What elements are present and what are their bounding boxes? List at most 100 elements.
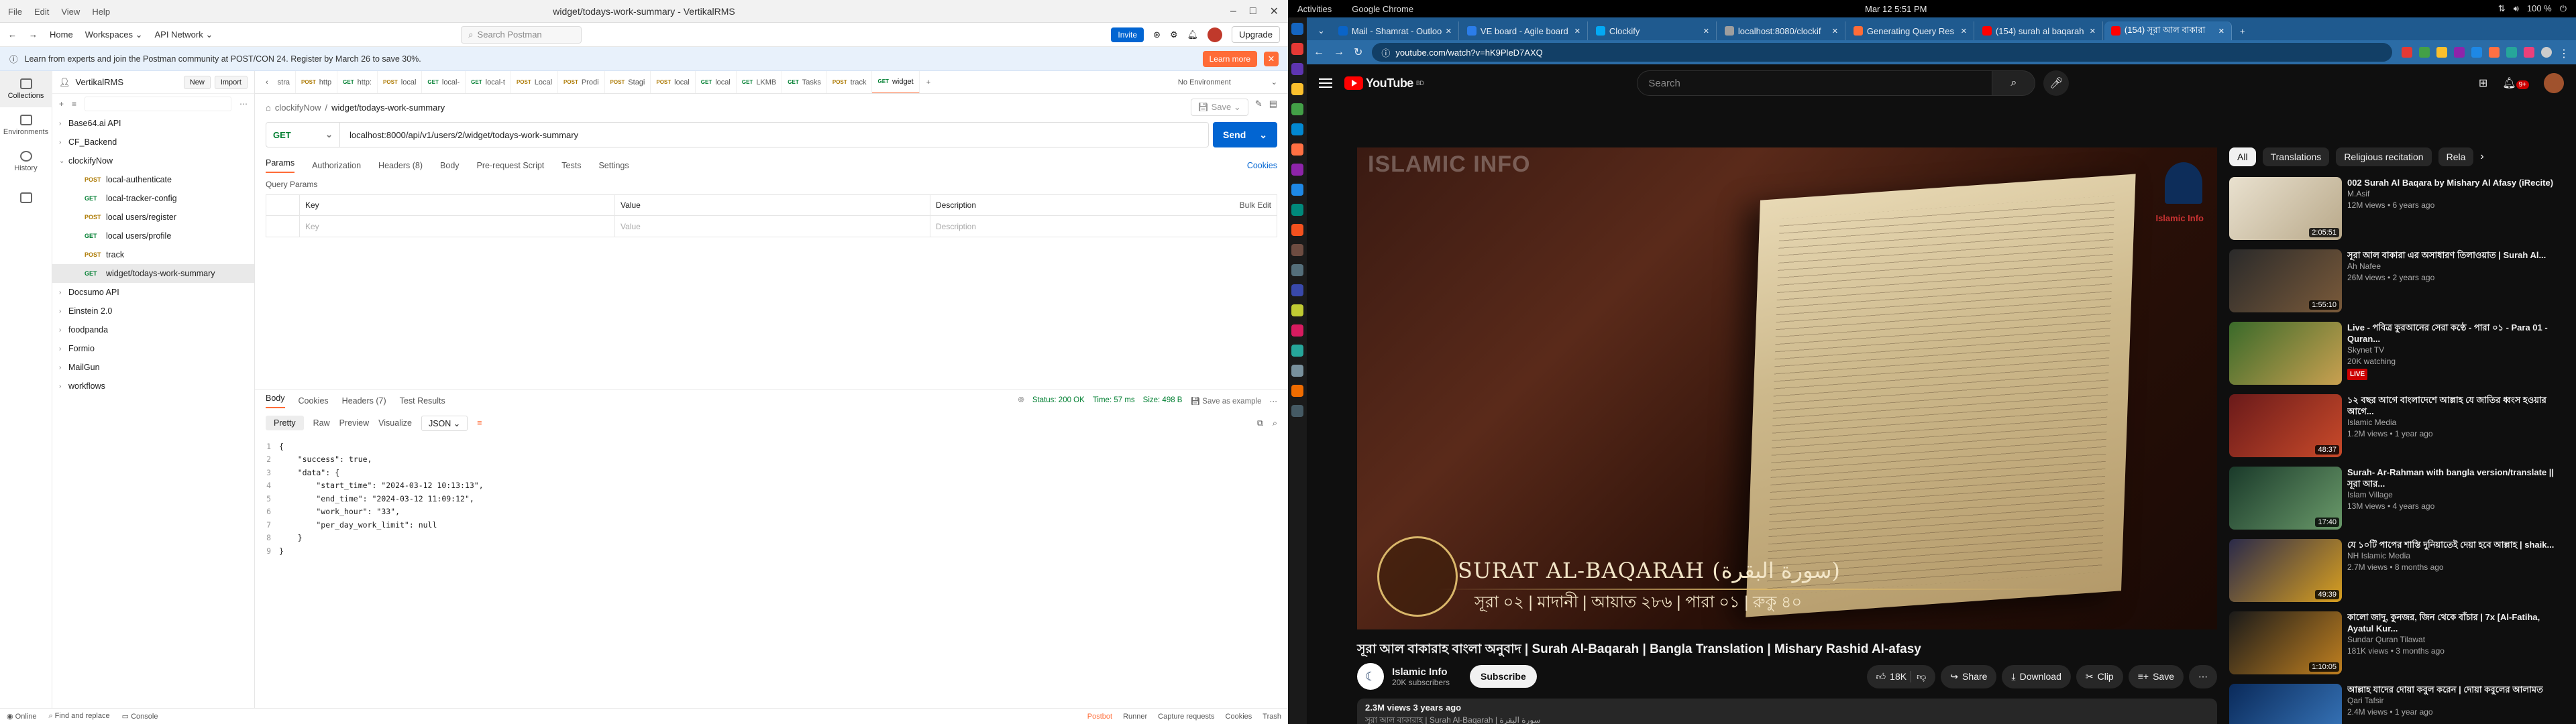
value-input[interactable]: Value [615, 216, 930, 237]
satellite-icon[interactable]: ⊛ [1153, 29, 1161, 40]
request-tab[interactable]: GET Tasks [782, 71, 827, 93]
close-banner-icon[interactable]: ✕ [1264, 51, 1279, 66]
description-input[interactable]: Description [930, 216, 1277, 237]
network-icon[interactable]: ⇅ [2498, 3, 2506, 14]
bulk-edit-button[interactable]: Bulk Edit [1234, 195, 1277, 215]
request-tab[interactable]: GET local- [422, 71, 466, 93]
collection-item[interactable]: › MailGun [52, 358, 254, 377]
app-icon[interactable] [1291, 264, 1303, 276]
tab-authorization[interactable]: Authorization [312, 161, 361, 170]
save-example-button[interactable]: 💾︎ Save as example [1190, 396, 1261, 406]
video-title[interactable]: Live - পবিত্র কুরআনের সেরা কণ্ঠে - পারা … [2347, 322, 2565, 345]
recommended-video[interactable]: 49:39 যে ১০টি পাপের শাস্তি দুনিয়াতেই দেয… [2229, 539, 2565, 609]
app-icon[interactable] [1291, 83, 1303, 95]
tab-body[interactable]: Body [440, 161, 460, 170]
trash-button[interactable]: Trash [1263, 713, 1281, 721]
video-thumbnail[interactable]: 49:39 [2229, 539, 2342, 602]
chevron-left-icon[interactable]: ‹ [262, 78, 272, 86]
app-icon[interactable] [1291, 103, 1303, 115]
app-icon[interactable] [1291, 143, 1303, 156]
app-icon[interactable] [1291, 63, 1303, 75]
video-title[interactable]: ১২ বছর আগে বাংলাদেশে আল্লাহ যে জাতির ধ্ব… [2347, 394, 2565, 417]
resp-tab-cookies[interactable]: Cookies [299, 396, 329, 406]
rail-history[interactable]: History [0, 143, 52, 180]
request-tab[interactable]: POST local [378, 71, 423, 93]
url-input[interactable]: localhost:8000/api/v1/users/2/widget/tod… [340, 130, 588, 140]
request-tab[interactable]: GET LKMB [737, 71, 783, 93]
video-thumbnail[interactable] [2229, 322, 2342, 385]
battery-level[interactable]: 100 % [2527, 3, 2552, 14]
recommended-video[interactable]: 2:05:51 002 Surah Al Baqara by Mishary Al… [2229, 177, 2565, 247]
collection-item[interactable]: › Docsumo API [52, 283, 254, 302]
rail-collections[interactable]: Collections [0, 71, 52, 107]
request-tab[interactable]: POST Prodi [558, 71, 605, 93]
forward-icon[interactable]: → [1334, 46, 1344, 58]
resp-tab-test-results[interactable]: Test Results [400, 396, 445, 406]
more-icon[interactable]: ⋯ [2189, 664, 2217, 688]
channel-name[interactable]: Ah Nafee [2347, 261, 2546, 272]
search-icon[interactable]: ⌕ [1992, 70, 2036, 96]
video-thumbnail[interactable]: 48:37 [2229, 394, 2342, 457]
youtube-logo[interactable]: YouTube BD [1344, 76, 1424, 90]
chevron-right-icon[interactable]: › [2480, 147, 2483, 166]
video-thumbnail[interactable]: 54:39 [2229, 684, 2342, 724]
save-button[interactable]: ≡+ Save [2128, 664, 2184, 688]
request-tab[interactable]: POST http [296, 71, 338, 93]
fmt-preview[interactable]: Preview [339, 418, 369, 428]
bell-icon[interactable]: 🔔︎ [1187, 29, 1199, 40]
menu-edit[interactable]: Edit [34, 7, 49, 17]
yt-search-input[interactable]: Search [1637, 70, 1993, 96]
environment-select[interactable]: No Environment ⌄ [1167, 78, 1288, 87]
chevron-right-icon[interactable]: › [59, 345, 68, 353]
fmt-pretty[interactable]: Pretty [266, 416, 304, 430]
add-icon[interactable]: + [59, 99, 64, 109]
collection-item[interactable]: › Base64.ai API [52, 114, 254, 133]
postbot-button[interactable]: Postbot [1087, 713, 1112, 721]
video-thumbnail[interactable]: 17:40 [2229, 467, 2342, 530]
extension-icon[interactable] [2402, 47, 2412, 58]
browser-tab[interactable]: Clockify ✕ [1589, 21, 1717, 40]
request-tab[interactable]: POST Stagi [605, 71, 651, 93]
chevron-right-icon[interactable]: › [59, 120, 68, 127]
extension-icon[interactable] [2454, 47, 2465, 58]
rail-environments[interactable]: Environments [0, 107, 52, 143]
chevron-down-icon[interactable]: ⌄ [59, 158, 68, 165]
request-item[interactable]: GET local users/profile [52, 227, 254, 245]
video-title[interactable]: কালো জাদু, কুনজর, জিন থেকে বাঁচার | 7x [… [2347, 611, 2565, 634]
app-icon[interactable] [1291, 365, 1303, 377]
volume-icon[interactable]: 🔊︎ [2514, 3, 2519, 14]
new-tab-icon[interactable]: + [920, 78, 937, 86]
docs-icon[interactable]: ▤ [1269, 99, 1277, 116]
capture-button[interactable]: Capture requests [1158, 713, 1214, 721]
hamburger-icon[interactable] [1319, 78, 1332, 88]
more-icon[interactable]: ⋯ [239, 99, 248, 109]
send-button[interactable]: Send ⌄ [1213, 122, 1277, 147]
channel-name[interactable]: M.Asif [2347, 188, 2553, 200]
fmt-visualize[interactable]: Visualize [378, 418, 412, 428]
chip-related[interactable]: Rela [2438, 147, 2474, 166]
edit-icon[interactable]: ✎ [1255, 99, 1263, 116]
request-item[interactable]: GET local-tracker-config [52, 189, 254, 208]
app-icon[interactable] [1291, 224, 1303, 236]
browser-tab[interactable]: Generating Query Res ✕ [1847, 21, 1974, 40]
save-button[interactable]: 💾︎ Save ⌄ [1190, 99, 1248, 116]
menu-file[interactable]: File [8, 7, 22, 17]
menu-icon[interactable]: ⋮ [2559, 47, 2569, 60]
close-tab-icon[interactable]: ✕ [2218, 27, 2224, 36]
channel-name[interactable]: NH Islamic Media [2347, 550, 2554, 562]
workspace-name[interactable]: VertikalRMS [76, 77, 124, 87]
more-icon[interactable]: ⋯ [1270, 396, 1278, 406]
channel-name[interactable]: Islam Village [2347, 489, 2565, 501]
app-icon[interactable] [1291, 43, 1303, 55]
extension-icon[interactable] [2524, 47, 2534, 58]
tab-settings[interactable]: Settings [598, 161, 629, 170]
reload-icon[interactable]: ↻ [1354, 46, 1362, 59]
channel-name[interactable]: Islamic Media [2347, 417, 2565, 428]
video-thumbnail[interactable]: 2:05:51 [2229, 177, 2342, 240]
app-icon[interactable] [1291, 345, 1303, 357]
format-select[interactable]: JSON ⌄ [421, 415, 468, 431]
app-icon[interactable] [1291, 324, 1303, 337]
response-body[interactable]: 1{2 "success": true, 3 "data": {4 "start_… [255, 440, 1288, 558]
extension-icon[interactable] [2436, 47, 2447, 58]
tab-headers[interactable]: Headers (8) [378, 161, 423, 170]
